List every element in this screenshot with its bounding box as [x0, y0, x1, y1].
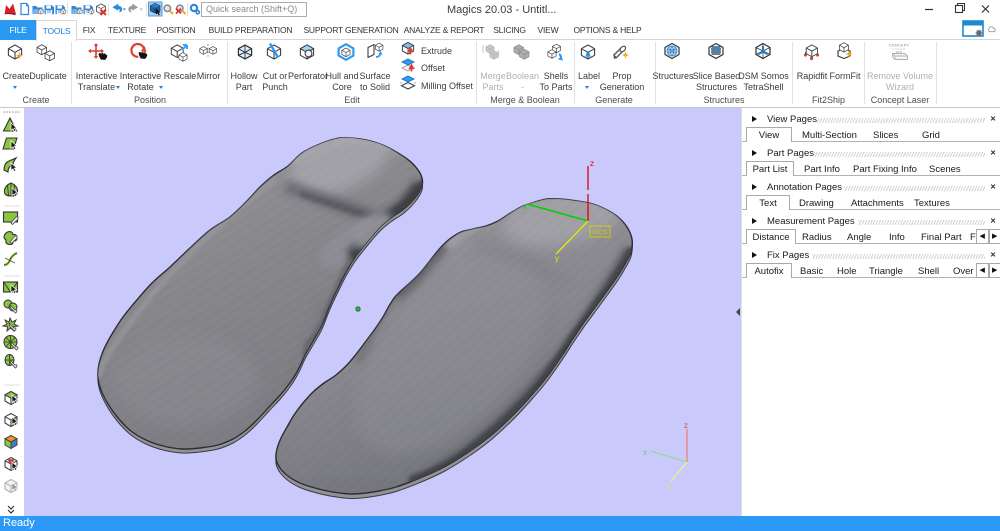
svg-text:y: y [555, 254, 559, 263]
svg-text:z: z [590, 159, 594, 168]
svg-text:WCS: WCS [592, 230, 608, 237]
svg-text:x: x [643, 448, 647, 457]
svg-text:x: x [523, 202, 527, 211]
svg-text:Y: Y [666, 483, 672, 492]
svg-text:LASER: LASER [892, 47, 905, 51]
svg-text:z: z [684, 421, 688, 430]
svg-text:A: A [585, 50, 592, 60]
